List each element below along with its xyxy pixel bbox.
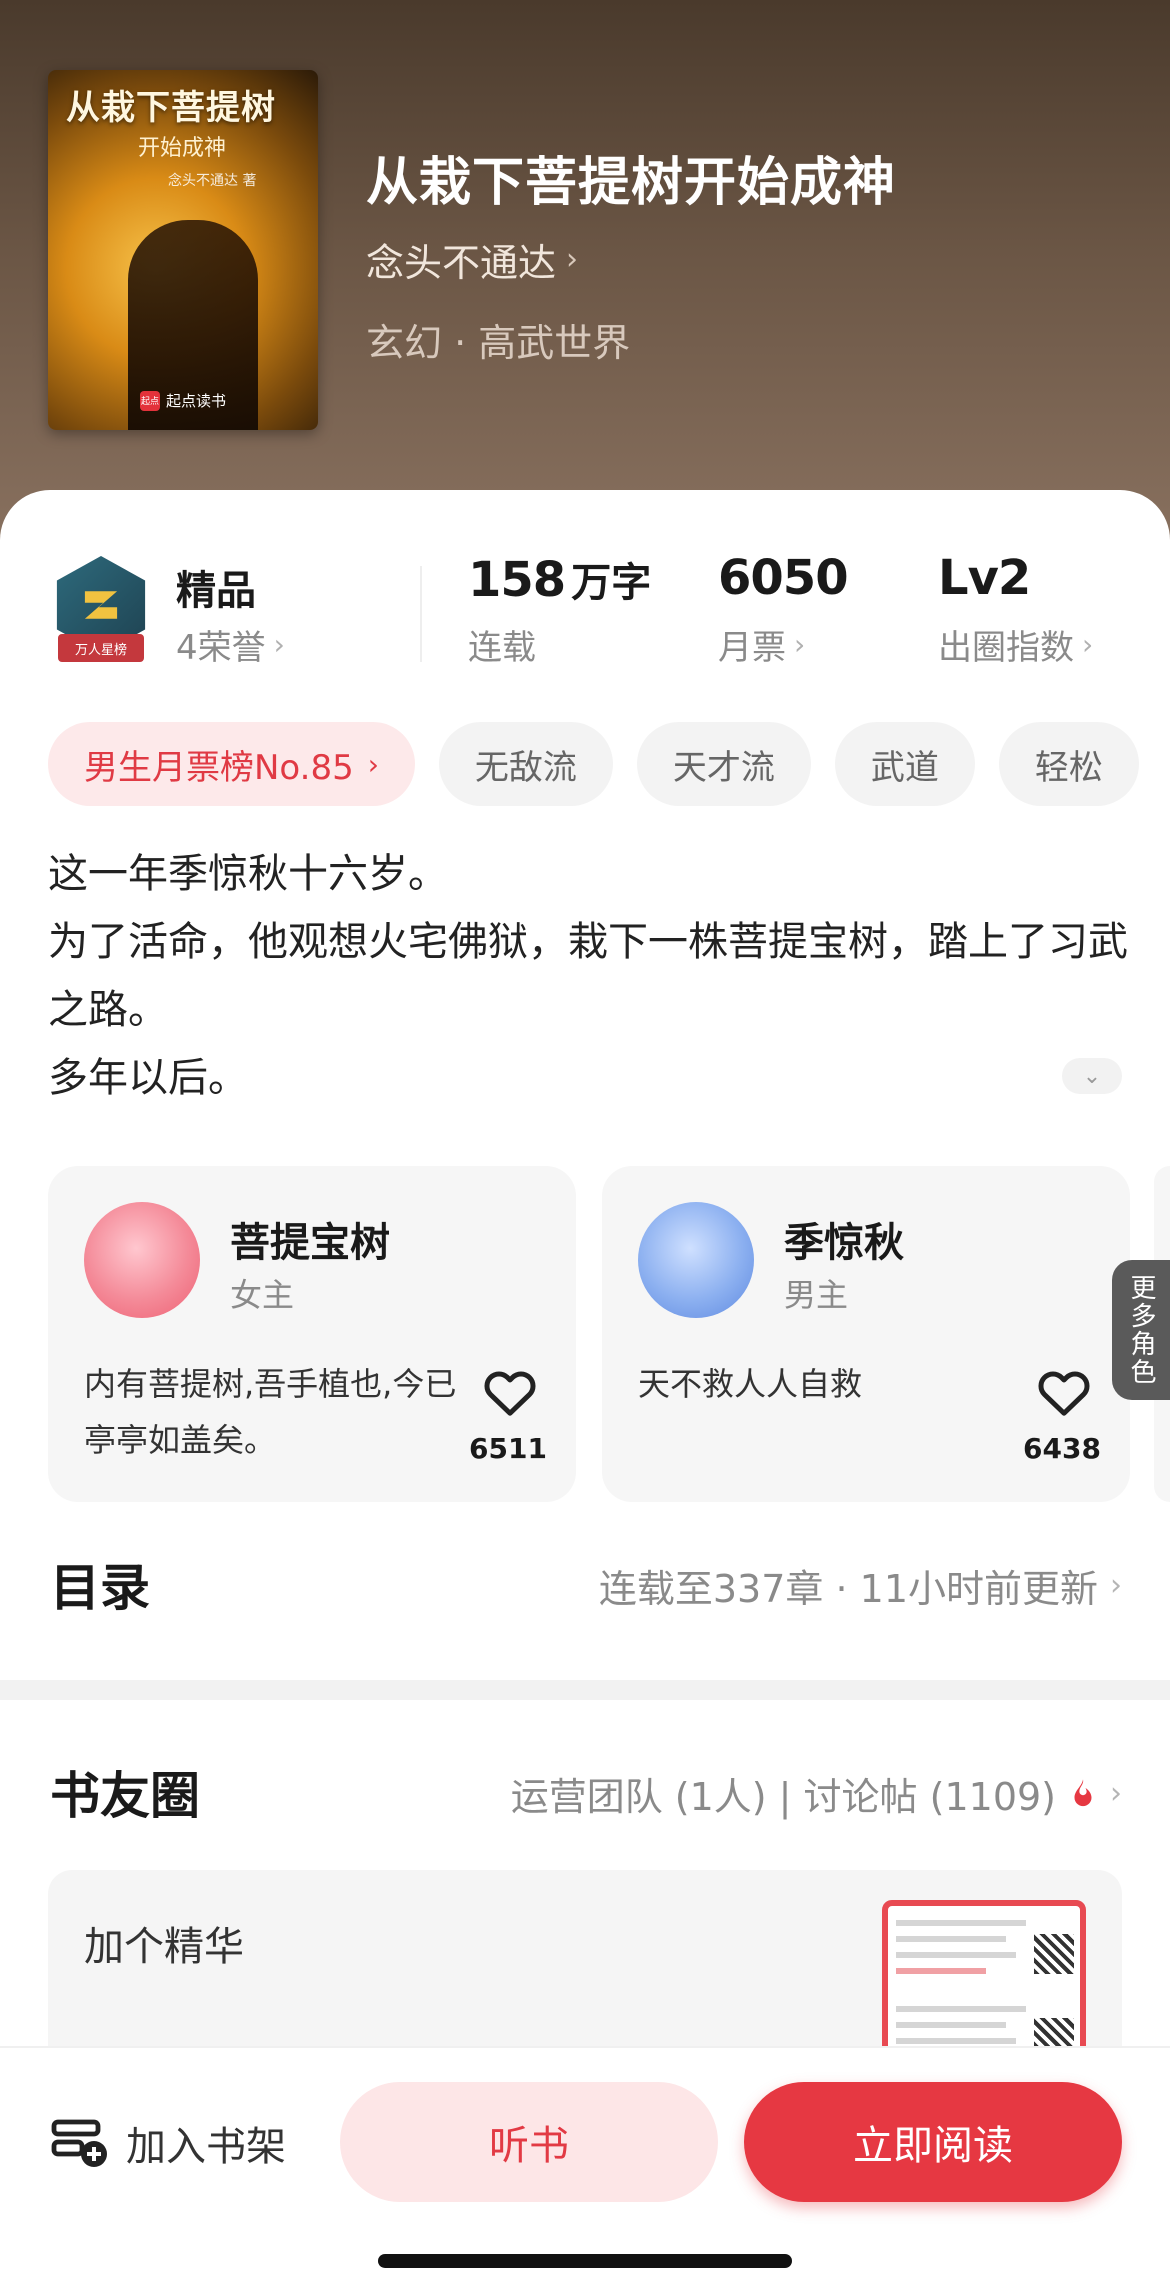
add-to-shelf-label: 加入书架	[126, 2124, 286, 2170]
character-cards: 菩提宝树 女主 内有菩提树,吾手植也,今已亭亭如盖矣。 6511 季惊秋 男主 …	[48, 1166, 1170, 1502]
character-name: 菩提宝树	[230, 1220, 390, 1266]
home-indicator[interactable]	[378, 2254, 792, 2268]
character-role: 男主	[784, 1276, 849, 1314]
character-avatar	[84, 1202, 200, 1318]
add-shelf-icon	[51, 2119, 107, 2167]
cover-subtitle: 开始成神	[138, 136, 227, 161]
brand-logo-icon: 起点	[140, 390, 160, 411]
book-header: 从栽下菩提树 开始成神 念头不通达 著 起点 起点读书 从栽下菩提树开始成神 念…	[0, 0, 1170, 560]
catalog-title: 目录	[50, 1559, 150, 1617]
catalog-row[interactable]: 目录 连载至337章 · 11小时前更新 ›	[0, 1530, 1170, 1640]
book-synopsis[interactable]: 这一年季惊秋十六岁。 为了活命，他观想火宅佛狱，栽下一株菩提宝树，踏上了习武之路…	[48, 840, 1128, 1112]
cover-title: 从栽下菩提树	[66, 88, 276, 128]
honor-title: 精品	[176, 568, 256, 614]
word-count-unit: 万字	[571, 560, 652, 606]
like-count: 6511	[469, 1432, 547, 1465]
listen-button[interactable]: 听书	[340, 2082, 718, 2202]
character-quote: 天不救人人自救	[638, 1365, 863, 1403]
read-now-button[interactable]: 立即阅读	[744, 2082, 1122, 2202]
book-genre: 玄幻 · 高武世界	[366, 321, 631, 365]
tag-label: 男生月票榜No.85	[84, 747, 354, 788]
cover-brand: 起点 起点读书	[140, 390, 226, 411]
community-link[interactable]: 运营团队 (1人) | 讨论帖 (1109) ›	[511, 1766, 1122, 1821]
stats-row: 万人星榜 精品 4荣誉 › 158 万字 连载 6050 月票 › Lv2 出圈指…	[0, 550, 1170, 670]
community-title: 书友圈	[50, 1767, 200, 1825]
divider	[420, 566, 422, 662]
honor-badge-icon[interactable]: 万人星榜	[52, 556, 150, 666]
expand-chevron-down-icon[interactable]: ⌄	[1062, 1058, 1122, 1094]
flame-icon	[1074, 1778, 1092, 1806]
character-name: 季惊秋	[784, 1220, 904, 1266]
synopsis-line: 为了活命，他观想火宅佛狱，栽下一株菩提宝树，踏上了习武之路。	[48, 919, 1128, 1033]
synopsis-line: 多年以后。	[48, 1055, 248, 1101]
book-title: 从栽下菩提树开始成神	[366, 153, 897, 213]
character-card[interactable]: 季惊秋 男主 天不救人人自救 6438	[602, 1166, 1130, 1502]
word-count-value: 158	[468, 552, 566, 608]
tag-item[interactable]: 无敌流	[438, 722, 613, 806]
tag-item[interactable]: 轻松	[998, 722, 1139, 806]
honor-link[interactable]: 4荣誉 ›	[176, 620, 285, 669]
monthly-tickets-value: 6050	[718, 550, 849, 606]
book-cover[interactable]: 从栽下菩提树 开始成神 念头不通达 著 起点 起点读书	[48, 70, 318, 430]
more-characters-button[interactable]: 更多角色	[1112, 1260, 1170, 1400]
synopsis-line: 这一年季惊秋十六岁。	[48, 851, 448, 897]
influence-index-link[interactable]: 出圈指数 ›	[938, 620, 1093, 669]
heart-icon[interactable]	[480, 1362, 540, 1422]
character-quote: 内有菩提树,吾手植也,今已亭亭如盖矣。	[84, 1365, 457, 1459]
tag-ranking[interactable]: 男生月票榜No.85 ›	[48, 722, 415, 806]
community-info: 运营团队 (1人) | 讨论帖 (1109)	[510, 1775, 1056, 1819]
author-name: 念头不通达	[366, 241, 557, 285]
add-to-shelf-button[interactable]: 加入书架	[50, 2114, 286, 2172]
character-card[interactable]: 菩提宝树 女主 内有菩提树,吾手植也,今已亭亭如盖矣。 6511	[48, 1166, 576, 1502]
chevron-right-icon: ›	[273, 628, 285, 661]
chevron-right-icon: ›	[1110, 1568, 1122, 1603]
influence-level-value: Lv2	[938, 550, 1031, 606]
monthly-tickets-label: 月票	[718, 628, 786, 668]
influence-index-label: 出圈指数	[938, 628, 1074, 668]
serial-status: 连载	[468, 628, 536, 668]
word-count: 158 万字	[468, 550, 651, 608]
honor-count: 4荣誉	[176, 628, 266, 668]
catalog-status: 连载至337章 · 11小时前更新	[598, 1567, 1098, 1611]
chevron-right-icon: ›	[566, 242, 579, 277]
character-avatar	[638, 1202, 754, 1318]
tag-item[interactable]: 武道	[834, 722, 975, 806]
tag-row: 男生月票榜No.85 › 无敌流 天才流 武道 轻松	[48, 722, 1170, 806]
book-detail-sheet: 万人星榜 精品 4荣誉 › 158 万字 连载 6050 月票 › Lv2 出圈指…	[0, 490, 1170, 2293]
chevron-right-icon: ›	[1110, 1776, 1122, 1811]
chevron-right-icon: ›	[367, 747, 379, 781]
cover-author: 念头不通达 著	[168, 173, 257, 189]
post-title: 加个精华	[84, 1924, 244, 1970]
heart-icon[interactable]	[1034, 1362, 1094, 1422]
chevron-right-icon: ›	[1082, 628, 1094, 661]
author-link[interactable]: 念头不通达 ›	[366, 232, 578, 287]
tag-item[interactable]: 天才流	[636, 722, 811, 806]
cover-brand-label: 起点读书	[166, 392, 227, 410]
monthly-tickets-link[interactable]: 月票 ›	[718, 620, 805, 669]
character-role: 女主	[230, 1276, 295, 1314]
section-divider	[0, 1680, 1170, 1700]
catalog-status-link[interactable]: 连载至337章 · 11小时前更新 ›	[599, 1558, 1122, 1613]
badge-ribbon: 万人星榜	[58, 634, 144, 662]
like-count: 6438	[1023, 1432, 1101, 1465]
chevron-right-icon: ›	[794, 628, 806, 661]
